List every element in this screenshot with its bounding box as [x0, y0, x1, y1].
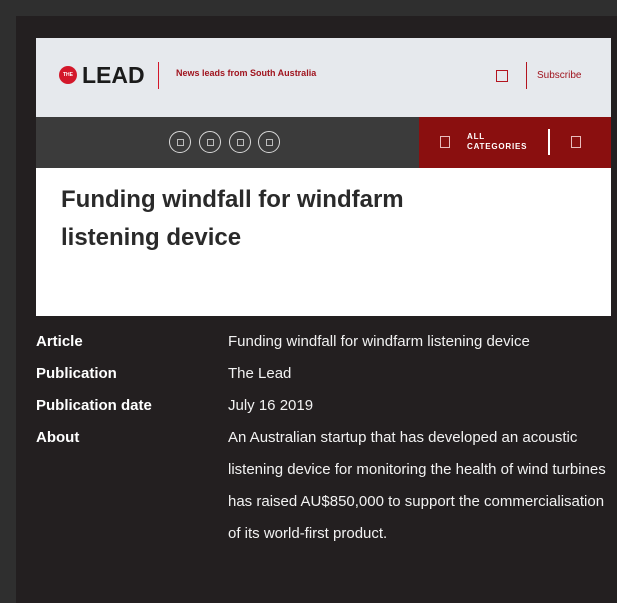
detail-key: About [36, 429, 80, 446]
twitter-icon[interactable] [199, 131, 221, 153]
facebook-icon[interactable] [169, 131, 191, 153]
detail-key: Publication date [36, 397, 152, 414]
detail-key: Article [36, 333, 83, 350]
logo-divider [158, 62, 159, 89]
detail-value: The Lead [228, 365, 292, 382]
categories-divider [548, 129, 550, 155]
search-icon[interactable] [496, 70, 508, 82]
detail-row-about: About An Australian startup that has dev… [36, 422, 611, 550]
categories-menu[interactable]: ALL CATEGORIES [419, 117, 611, 168]
site-header: THE LEAD News leads from South Australia… [36, 38, 611, 117]
article-headline[interactable]: Funding windfall for windfarm listening … [61, 181, 481, 257]
logo-badge[interactable]: THE [59, 66, 77, 84]
email-icon[interactable] [258, 131, 280, 153]
categories-label[interactable]: ALL CATEGORIES [467, 132, 537, 152]
subscribe-link[interactable]: Subscribe [537, 70, 581, 81]
menu-icon[interactable] [571, 136, 581, 148]
header-divider [526, 62, 527, 89]
detail-value: Funding windfall for windfarm listening … [228, 333, 530, 350]
article-preview-card[interactable]: THE LEAD News leads from South Australia… [36, 38, 611, 316]
linkedin-icon[interactable] [229, 131, 251, 153]
categories-icon [440, 136, 450, 148]
detail-row-publication: Publication The Lead [36, 358, 611, 390]
detail-value: An Australian startup that has developed… [228, 429, 606, 542]
detail-key: Publication [36, 365, 117, 382]
detail-row-publication-date: Publication date July 16 2019 [36, 390, 611, 422]
site-tagline: News leads from South Australia [176, 68, 317, 78]
site-logo[interactable]: LEAD [82, 62, 145, 89]
article-details: Article Funding windfall for windfarm li… [36, 326, 611, 550]
detail-value: July 16 2019 [228, 397, 314, 414]
detail-row-article: Article Funding windfall for windfarm li… [36, 326, 611, 358]
nav-bar: ALL CATEGORIES [36, 117, 611, 168]
